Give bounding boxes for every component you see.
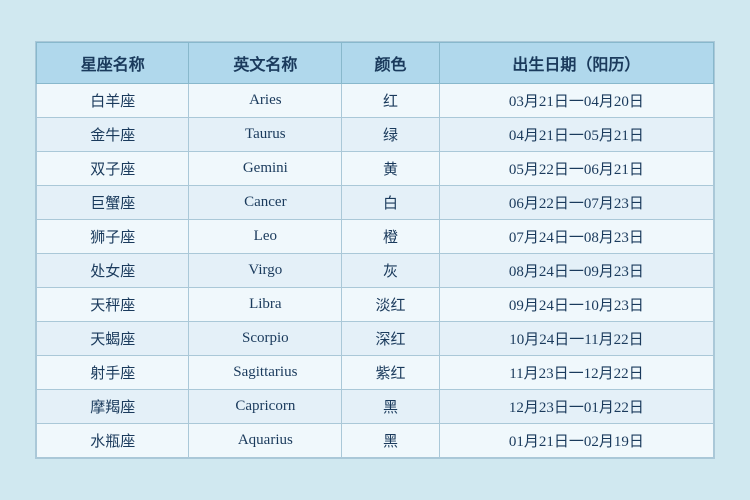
table-row: 双子座Gemini黄05月22日一06月21日 xyxy=(37,152,714,186)
cell-english-name: Aries xyxy=(189,84,342,118)
cell-chinese-name: 天秤座 xyxy=(37,288,189,322)
cell-chinese-name: 水瓶座 xyxy=(37,424,189,458)
cell-chinese-name: 天蝎座 xyxy=(37,322,189,356)
cell-color: 白 xyxy=(342,186,440,220)
table-row: 天蝎座Scorpio深红10月24日一11月22日 xyxy=(37,322,714,356)
cell-color: 黄 xyxy=(342,152,440,186)
cell-english-name: Libra xyxy=(189,288,342,322)
table-row: 白羊座Aries红03月21日一04月20日 xyxy=(37,84,714,118)
table-header-row: 星座名称 英文名称 颜色 出生日期（阳历） xyxy=(37,43,714,84)
cell-chinese-name: 处女座 xyxy=(37,254,189,288)
cell-dates: 01月21日一02月19日 xyxy=(439,424,713,458)
cell-english-name: Scorpio xyxy=(189,322,342,356)
table-row: 处女座Virgo灰08月24日一09月23日 xyxy=(37,254,714,288)
cell-dates: 08月24日一09月23日 xyxy=(439,254,713,288)
cell-dates: 04月21日一05月21日 xyxy=(439,118,713,152)
cell-color: 黑 xyxy=(342,390,440,424)
cell-color: 橙 xyxy=(342,220,440,254)
header-color: 颜色 xyxy=(342,43,440,84)
cell-english-name: Sagittarius xyxy=(189,356,342,390)
header-english-name: 英文名称 xyxy=(189,43,342,84)
cell-color: 绿 xyxy=(342,118,440,152)
table-row: 金牛座Taurus绿04月21日一05月21日 xyxy=(37,118,714,152)
cell-chinese-name: 白羊座 xyxy=(37,84,189,118)
cell-color: 灰 xyxy=(342,254,440,288)
cell-color: 紫红 xyxy=(342,356,440,390)
cell-english-name: Leo xyxy=(189,220,342,254)
cell-color: 红 xyxy=(342,84,440,118)
cell-chinese-name: 金牛座 xyxy=(37,118,189,152)
cell-chinese-name: 狮子座 xyxy=(37,220,189,254)
zodiac-table: 星座名称 英文名称 颜色 出生日期（阳历） 白羊座Aries红03月21日一04… xyxy=(36,42,714,458)
cell-chinese-name: 巨蟹座 xyxy=(37,186,189,220)
cell-dates: 10月24日一11月22日 xyxy=(439,322,713,356)
cell-dates: 07月24日一08月23日 xyxy=(439,220,713,254)
cell-chinese-name: 双子座 xyxy=(37,152,189,186)
cell-dates: 03月21日一04月20日 xyxy=(439,84,713,118)
table-row: 摩羯座Capricorn黑12月23日一01月22日 xyxy=(37,390,714,424)
table-row: 水瓶座Aquarius黑01月21日一02月19日 xyxy=(37,424,714,458)
table-body: 白羊座Aries红03月21日一04月20日金牛座Taurus绿04月21日一0… xyxy=(37,84,714,458)
cell-chinese-name: 射手座 xyxy=(37,356,189,390)
table-row: 射手座Sagittarius紫红11月23日一12月22日 xyxy=(37,356,714,390)
cell-dates: 05月22日一06月21日 xyxy=(439,152,713,186)
cell-dates: 06月22日一07月23日 xyxy=(439,186,713,220)
table-row: 狮子座Leo橙07月24日一08月23日 xyxy=(37,220,714,254)
cell-english-name: Cancer xyxy=(189,186,342,220)
cell-english-name: Taurus xyxy=(189,118,342,152)
cell-english-name: Virgo xyxy=(189,254,342,288)
cell-color: 黑 xyxy=(342,424,440,458)
cell-dates: 12月23日一01月22日 xyxy=(439,390,713,424)
table-row: 天秤座Libra淡红09月24日一10月23日 xyxy=(37,288,714,322)
cell-english-name: Aquarius xyxy=(189,424,342,458)
header-birthdate: 出生日期（阳历） xyxy=(439,43,713,84)
header-chinese-name: 星座名称 xyxy=(37,43,189,84)
cell-color: 深红 xyxy=(342,322,440,356)
cell-dates: 09月24日一10月23日 xyxy=(439,288,713,322)
cell-chinese-name: 摩羯座 xyxy=(37,390,189,424)
cell-dates: 11月23日一12月22日 xyxy=(439,356,713,390)
cell-english-name: Gemini xyxy=(189,152,342,186)
table-row: 巨蟹座Cancer白06月22日一07月23日 xyxy=(37,186,714,220)
cell-english-name: Capricorn xyxy=(189,390,342,424)
zodiac-table-container: 星座名称 英文名称 颜色 出生日期（阳历） 白羊座Aries红03月21日一04… xyxy=(35,41,715,459)
cell-color: 淡红 xyxy=(342,288,440,322)
